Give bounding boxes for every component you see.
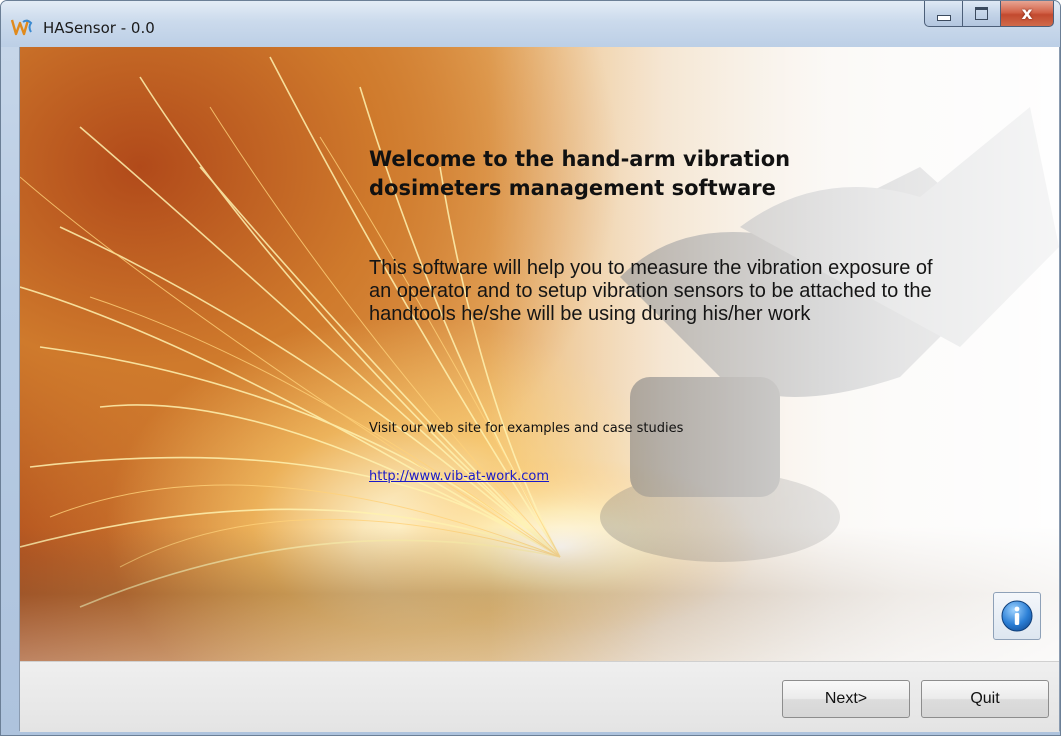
wizard-footer: Next> Quit	[20, 661, 1059, 732]
close-icon: x	[1021, 3, 1033, 24]
welcome-heading-line2: dosimeters management software	[369, 176, 776, 200]
welcome-banner: Welcome to the hand-arm vibration dosime…	[20, 47, 1059, 661]
welcome-heading: Welcome to the hand-arm vibration dosime…	[369, 145, 889, 203]
intro-paragraph: This software will help you to measure t…	[369, 257, 933, 325]
info-icon	[1001, 600, 1033, 632]
window-controls: x	[924, 1, 1054, 27]
minimize-icon	[936, 14, 951, 21]
wizard-content: Welcome to the hand-arm vibration dosime…	[19, 47, 1060, 732]
close-button[interactable]: x	[1000, 1, 1054, 27]
quit-button[interactable]: Quit	[921, 680, 1049, 718]
title-bar[interactable]: HASensor - 0.0 x	[1, 1, 1060, 47]
next-button[interactable]: Next>	[782, 680, 910, 718]
welcome-heading-line1: Welcome to the hand-arm vibration	[369, 147, 791, 171]
website-link[interactable]: http://www.vib-at-work.com	[369, 469, 549, 484]
maximize-button[interactable]	[962, 1, 1000, 27]
app-window: HASensor - 0.0 x Welcome to the hand-arm…	[0, 0, 1061, 736]
maximize-icon	[975, 7, 988, 20]
info-button[interactable]	[993, 592, 1041, 640]
minimize-button[interactable]	[924, 1, 962, 27]
app-logo-icon	[10, 18, 33, 36]
banner-fade-overlay	[20, 47, 1059, 661]
visit-site-text: Visit our web site for examples and case…	[369, 421, 684, 436]
window-title: HASensor - 0.0	[43, 19, 155, 37]
